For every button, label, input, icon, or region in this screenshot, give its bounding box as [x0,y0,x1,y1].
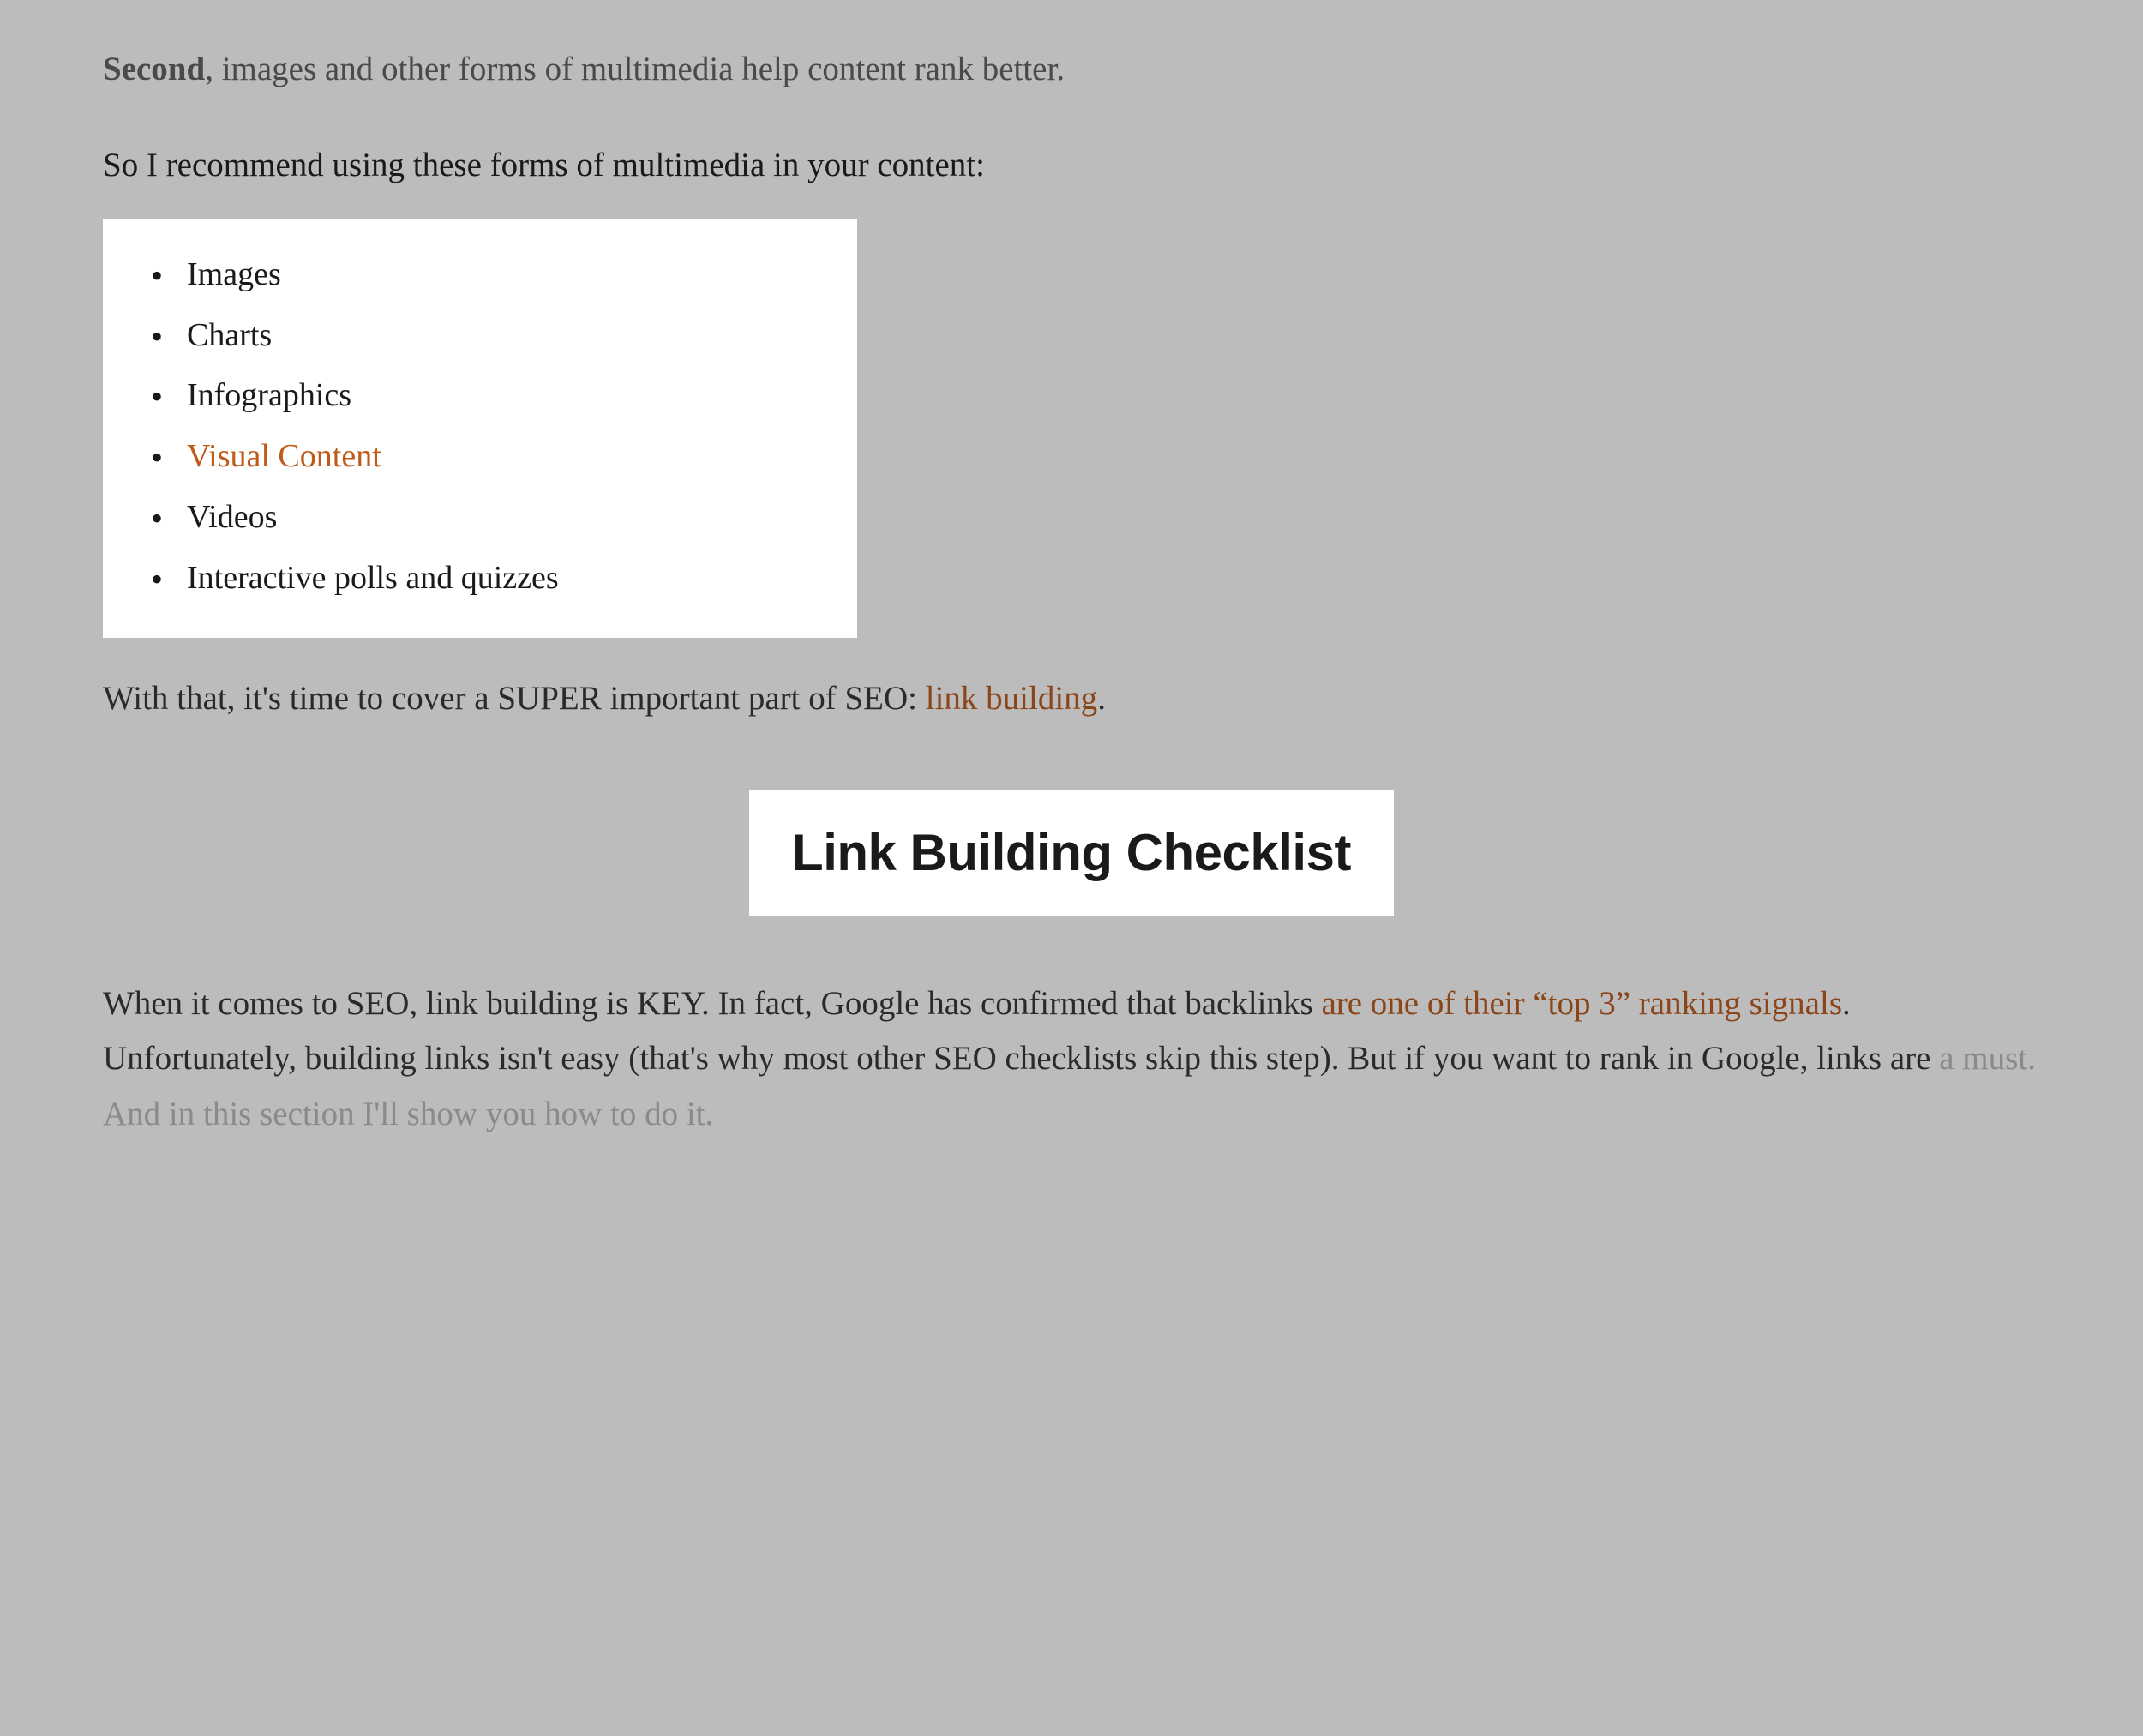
list-item: Images [187,244,814,305]
heading-box: Link Building Checklist [749,790,1394,916]
heading-wrapper: Link Building Checklist [103,790,2040,976]
para3-after: . [1097,680,1106,717]
list-item: Infographics [187,365,814,426]
list-item-link[interactable]: Visual Content [187,426,814,487]
section-heading: Link Building Checklist [792,812,1351,894]
para3-before: With that, it's time to cover a SUPER im… [103,680,926,717]
multimedia-list-box: Images Charts Infographics Visual Conten… [103,219,857,638]
list-item: Interactive polls and quizzes [187,548,814,609]
para1-rest: , images and other forms of multimedia h… [205,51,1065,87]
para4-part1: When it comes to SEO, link building is K… [103,985,1321,1022]
paragraph-linkbuilding: When it comes to SEO, link building is K… [103,976,2040,1142]
paragraph-second: Second, images and other forms of multim… [103,43,2040,96]
paragraph-recommend: So I recommend using these forms of mult… [103,139,2040,192]
link-top3-signals[interactable]: are one of their “top 3” ranking signals [1321,985,1842,1022]
list-item: Charts [187,305,814,366]
paragraph-transition: With that, it's time to cover a SUPER im… [103,672,2040,725]
link-link-building[interactable]: link building [926,680,1097,717]
list-item: Videos [187,487,814,548]
bold-second: Second [103,51,205,87]
multimedia-list: Images Charts Infographics Visual Conten… [146,244,814,609]
